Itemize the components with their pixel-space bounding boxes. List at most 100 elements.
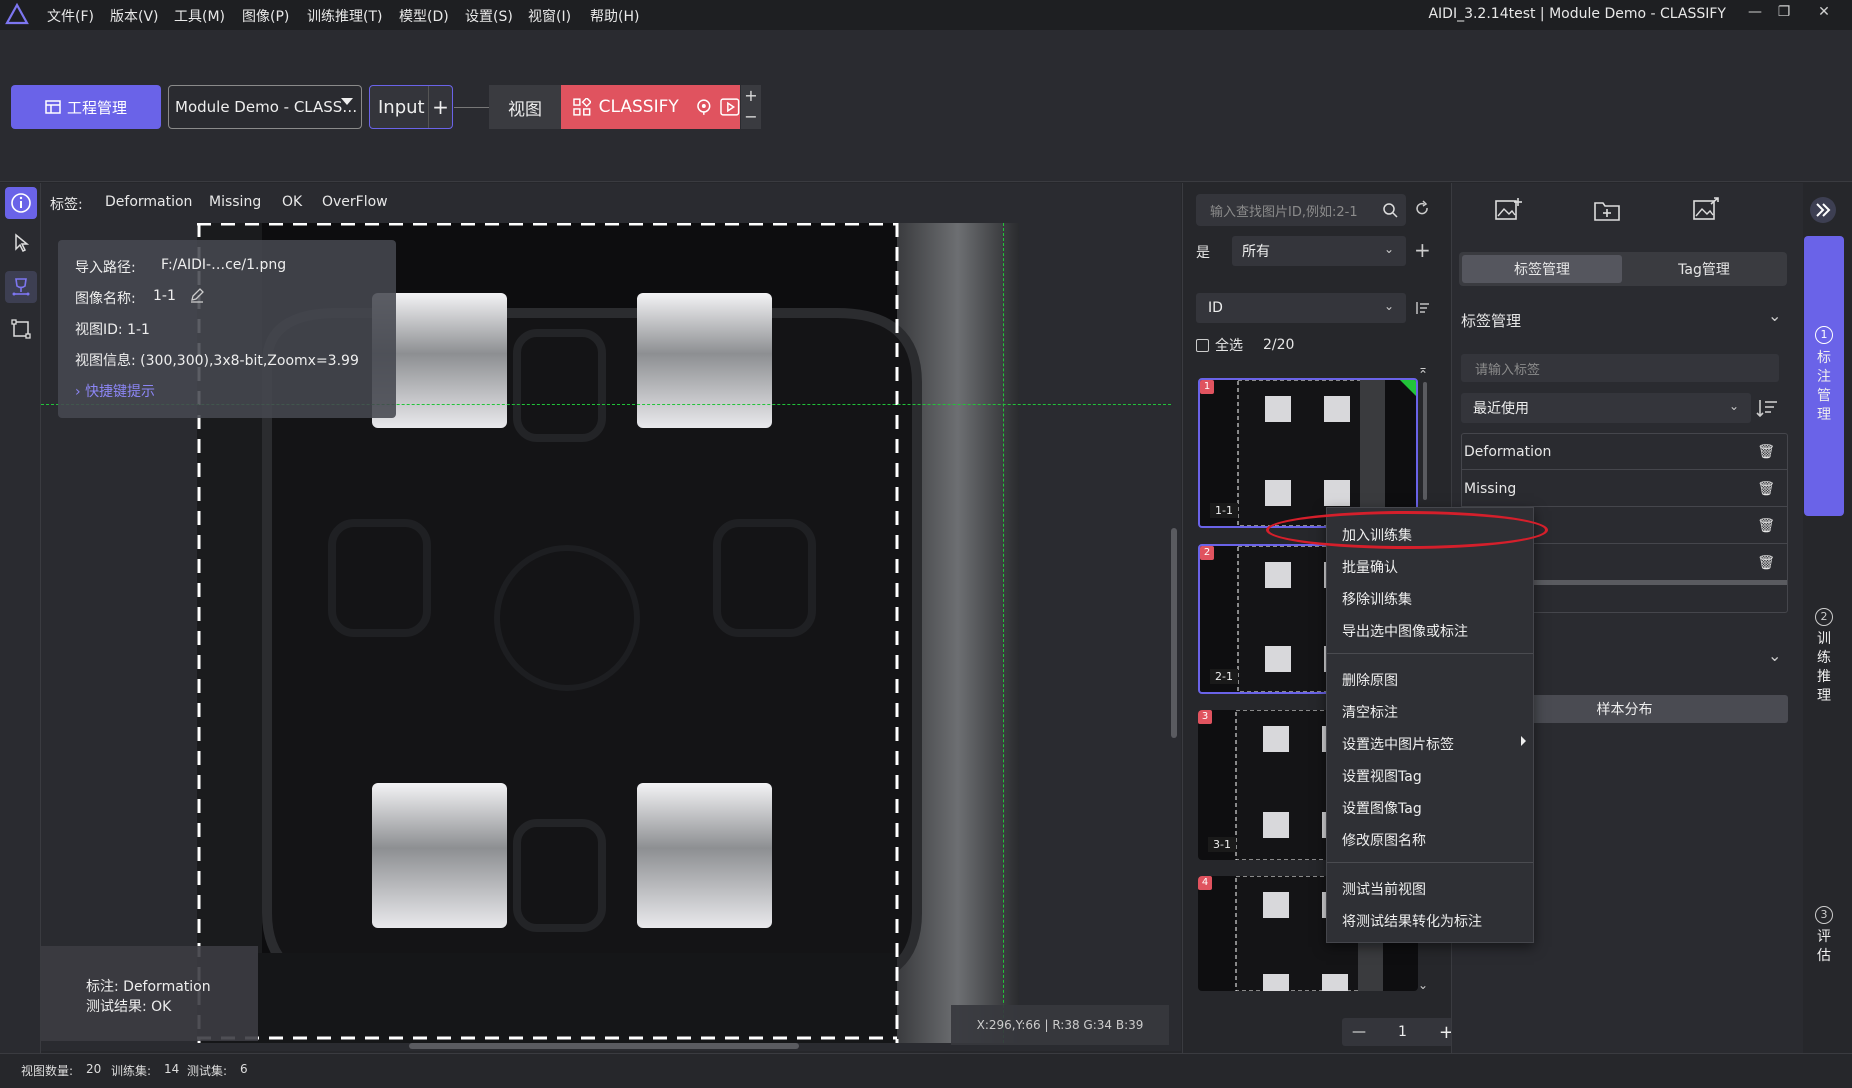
- shortcut-hint-link[interactable]: › 快捷键提示: [75, 381, 155, 401]
- label-chip-ok[interactable]: OK: [282, 194, 302, 210]
- menu-remove-from-train[interactable]: 移除训练集: [1342, 589, 1412, 609]
- roi-tool[interactable]: [5, 313, 37, 345]
- menu-set-view-tag[interactable]: 设置视图Tag: [1342, 766, 1422, 786]
- image-search-input[interactable]: 输入查找图片ID,例如:2-1: [1196, 194, 1406, 226]
- info-tool[interactable]: [5, 187, 37, 219]
- menu-separator: [1327, 862, 1533, 863]
- menu-set-image-tag[interactable]: 设置图像Tag: [1342, 798, 1422, 818]
- collapse-panel-icon[interactable]: [1808, 195, 1838, 225]
- menu-version[interactable]: 版本(V): [110, 6, 159, 26]
- edit-icon[interactable]: [189, 287, 205, 303]
- project-manage-button[interactable]: 工程管理: [11, 85, 161, 129]
- scroll-bottom-icon[interactable]: ⌄: [1418, 978, 1428, 992]
- trash-icon[interactable]: 🗑: [1757, 555, 1775, 571]
- refresh-icon[interactable]: [1413, 200, 1431, 218]
- sort-labels-icon[interactable]: [1756, 398, 1778, 418]
- menu-test-current-view[interactable]: 测试当前视图: [1342, 879, 1426, 899]
- input-node[interactable]: Input +: [369, 85, 453, 129]
- play-icon[interactable]: [720, 98, 740, 116]
- trash-icon[interactable]: 🗑: [1757, 444, 1775, 460]
- step-char: 注: [1817, 369, 1831, 385]
- node-connector: [454, 107, 490, 108]
- label-row[interactable]: Deformation 🗑: [1462, 434, 1787, 470]
- cursor-icon: [15, 233, 30, 253]
- thumbnail-badge: 1: [1200, 380, 1214, 394]
- menu-help[interactable]: 帮助(H): [590, 6, 639, 26]
- select-tool[interactable]: [5, 227, 37, 259]
- sort-select[interactable]: ID ⌄: [1196, 293, 1406, 323]
- filter-select[interactable]: 所有 ⌄: [1232, 236, 1406, 266]
- zoom-controls: + −: [741, 85, 761, 129]
- image-name-label: 图像名称:: [75, 291, 136, 307]
- menu-separator: [1327, 653, 1533, 654]
- menu-file[interactable]: 文件(F): [47, 6, 94, 26]
- shortcut-hint-label: 快捷键提示: [85, 384, 156, 400]
- search-icon[interactable]: [1382, 202, 1398, 218]
- minimize-icon[interactable]: —: [1742, 4, 1768, 26]
- add-folder-icon[interactable]: [1592, 196, 1622, 224]
- scroll-top-icon[interactable]: ⌅: [1418, 362, 1428, 376]
- views-label: 视图数量:: [21, 1064, 74, 1078]
- view-node-label: 视图: [508, 99, 542, 120]
- view-node[interactable]: 视图: [489, 85, 561, 129]
- add-filter-icon[interactable]: +: [1414, 238, 1431, 262]
- label-input[interactable]: 请输入标签: [1461, 354, 1779, 382]
- add-image-icon[interactable]: [1493, 196, 1523, 224]
- tab-tag-manage[interactable]: Tag管理: [1624, 255, 1784, 283]
- menu-image[interactable]: 图像(P): [242, 6, 289, 26]
- step-label-manage[interactable]: 1 标 注 管 理: [1804, 236, 1844, 516]
- page-prev-icon[interactable]: —: [1352, 1024, 1366, 1040]
- step-number: 2: [1815, 608, 1833, 626]
- vertical-scrollbar[interactable]: [1171, 528, 1177, 738]
- close-icon[interactable]: ✕: [1811, 4, 1837, 26]
- step-train-infer[interactable]: 2 训 练 推 理: [1804, 600, 1844, 720]
- plus-icon[interactable]: +: [741, 85, 761, 106]
- image-name-value: 1-1: [153, 288, 176, 304]
- label-chip-deformation[interactable]: Deformation: [105, 194, 192, 210]
- label-chip-missing[interactable]: Missing: [209, 194, 261, 210]
- menu-delete-original[interactable]: 删除原图: [1342, 670, 1398, 690]
- select-all-checkbox[interactable]: [1196, 338, 1209, 352]
- chevron-down-icon: ⌄: [1728, 399, 1739, 413]
- step-char: 练: [1817, 650, 1831, 666]
- label-row[interactable]: Missing 🗑: [1462, 471, 1787, 507]
- selected-count: 2/20: [1263, 337, 1295, 353]
- classify-node[interactable]: CLASSIFY: [561, 85, 740, 129]
- menu-clear-annotations[interactable]: 清空标注: [1342, 702, 1398, 722]
- collapse-chevron-icon[interactable]: ⌄: [1768, 646, 1781, 665]
- classify-tool[interactable]: [5, 271, 37, 303]
- menu-set-image-label[interactable]: 设置选中图片标签: [1342, 734, 1454, 754]
- target-icon[interactable]: [695, 98, 713, 116]
- thumbnail-scrollbar[interactable]: [1423, 382, 1427, 500]
- page-stepper[interactable]: — 1 +: [1342, 1018, 1464, 1046]
- menu-export-selected[interactable]: 导出选中图像或标注: [1342, 621, 1468, 641]
- menu-rename-original[interactable]: 修改原图名称: [1342, 830, 1426, 850]
- label-chip-overflow[interactable]: OverFlow: [322, 194, 388, 210]
- page-number[interactable]: 1: [1398, 1024, 1407, 1040]
- thumbnail-item[interactable]: 1 1-1: [1198, 378, 1418, 528]
- restore-icon[interactable]: ❐: [1771, 4, 1797, 26]
- recent-select[interactable]: 最近使用 ⌄: [1461, 393, 1751, 423]
- info-icon: [11, 193, 31, 213]
- trash-icon[interactable]: 🗑: [1757, 518, 1775, 534]
- menu-batch-confirm[interactable]: 批量确认: [1342, 557, 1398, 577]
- collapse-chevron-icon[interactable]: ⌄: [1768, 306, 1781, 325]
- sort-order-icon[interactable]: [1414, 300, 1430, 316]
- horizontal-scrollbar[interactable]: [409, 1043, 799, 1049]
- step-evaluate[interactable]: 3 评 估: [1804, 898, 1844, 978]
- menu-window[interactable]: 视窗(I): [528, 6, 571, 26]
- project-icon: [45, 100, 61, 114]
- menu-convert-test-to-label[interactable]: 将测试结果转化为标注: [1342, 911, 1482, 931]
- project-select[interactable]: Module Demo - CLASS…: [168, 85, 362, 129]
- export-image-icon[interactable]: [1691, 196, 1721, 224]
- menu-settings[interactable]: 设置(S): [465, 6, 513, 26]
- menu-train[interactable]: 训练推理(T): [307, 6, 382, 26]
- project-manage-label: 工程管理: [66, 98, 127, 117]
- tab-label-manage[interactable]: 标签管理: [1462, 255, 1622, 283]
- menu-model[interactable]: 模型(D): [399, 6, 449, 26]
- thumbnail-badge: 2: [1200, 546, 1214, 560]
- trash-icon[interactable]: 🗑: [1757, 481, 1775, 497]
- minus-icon[interactable]: −: [741, 106, 761, 127]
- add-icon[interactable]: +: [428, 86, 452, 128]
- menu-tools[interactable]: 工具(M): [174, 6, 225, 26]
